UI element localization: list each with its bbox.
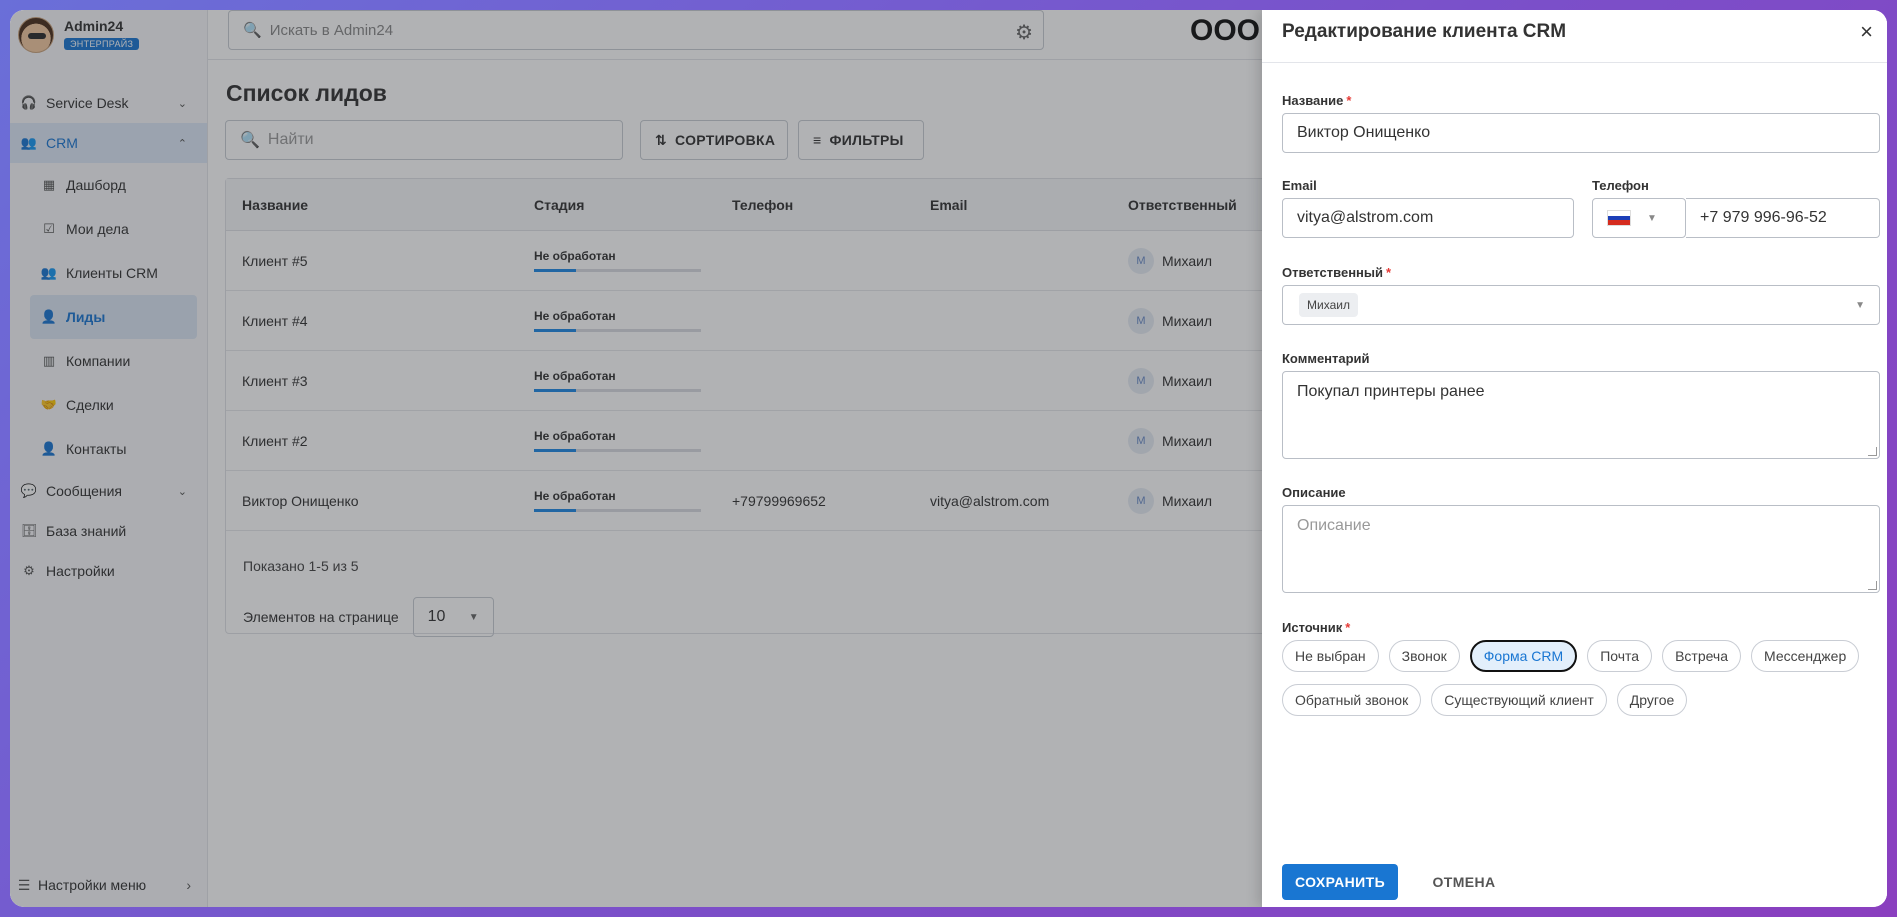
source-chip[interactable]: Мессенджер bbox=[1751, 640, 1860, 672]
owner-label: Ответственный * bbox=[1282, 265, 1392, 280]
source-chip[interactable]: Другое bbox=[1616, 684, 1688, 716]
drawer-header: Редактирование клиента CRM × bbox=[1262, 10, 1887, 63]
source-chip[interactable]: Встреча bbox=[1662, 640, 1742, 672]
phone-value: +7 979 996-96-52 bbox=[1700, 209, 1827, 226]
phone-field[interactable]: +7 979 996-96-52 bbox=[1686, 198, 1880, 238]
owner-chip[interactable]: Михаил bbox=[1299, 293, 1358, 317]
source-chip[interactable]: Обратный звонок bbox=[1282, 684, 1422, 716]
source-chip[interactable]: Существующий клиент bbox=[1431, 684, 1607, 716]
source-label: Источник * bbox=[1282, 620, 1351, 635]
comment-label: Комментарий bbox=[1282, 351, 1370, 366]
source-chips: Не выбран Звонок Форма CRM Почта Встреча Месс… bbox=[1282, 640, 1882, 716]
source-chip[interactable]: Почта bbox=[1587, 640, 1653, 672]
caret-down-icon: ▼ bbox=[1647, 212, 1657, 224]
owner-select[interactable]: Михаил ▼ bbox=[1282, 285, 1880, 325]
modal-backdrop[interactable] bbox=[10, 10, 1272, 907]
drawer-title: Редактирование клиента CRM bbox=[1282, 21, 1567, 42]
description-placeholder: Описание bbox=[1297, 517, 1371, 534]
edit-client-drawer: Редактирование клиента CRM × Название * В… bbox=[1262, 10, 1887, 907]
country-select[interactable]: ▼ bbox=[1592, 198, 1686, 238]
phone-label: Телефон bbox=[1592, 178, 1649, 193]
resize-handle[interactable] bbox=[1868, 447, 1877, 456]
resize-handle[interactable] bbox=[1868, 581, 1877, 590]
name-value: Виктор Онищенко bbox=[1297, 124, 1431, 141]
source-chip[interactable]: Форма CRM bbox=[1469, 640, 1578, 672]
email-value: vitya@alstrom.com bbox=[1297, 209, 1434, 226]
app-window: Admin24 ЭНТЕРПРАЙЗ 🎧 Service Desk ⌄ 👥 CR… bbox=[10, 10, 1887, 907]
russia-flag-icon bbox=[1607, 210, 1631, 226]
email-label: Email bbox=[1282, 178, 1317, 193]
close-icon[interactable]: × bbox=[1860, 19, 1873, 45]
source-chip[interactable]: Звонок bbox=[1388, 640, 1460, 672]
cancel-button[interactable]: ОТМЕНА bbox=[1424, 864, 1504, 900]
description-label: Описание bbox=[1282, 485, 1346, 500]
comment-value: Покупал принтеры ранее bbox=[1297, 383, 1485, 400]
name-label: Название * bbox=[1282, 93, 1352, 108]
description-field[interactable]: Описание bbox=[1282, 505, 1880, 593]
name-field[interactable]: Виктор Онищенко bbox=[1282, 113, 1880, 153]
comment-field[interactable]: Покупал принтеры ранее bbox=[1282, 371, 1880, 459]
save-button[interactable]: СОХРАНИТЬ bbox=[1282, 864, 1398, 900]
source-chip[interactable]: Не выбран bbox=[1282, 640, 1379, 672]
caret-down-icon: ▼ bbox=[1855, 299, 1865, 311]
email-field[interactable]: vitya@alstrom.com bbox=[1282, 198, 1574, 238]
